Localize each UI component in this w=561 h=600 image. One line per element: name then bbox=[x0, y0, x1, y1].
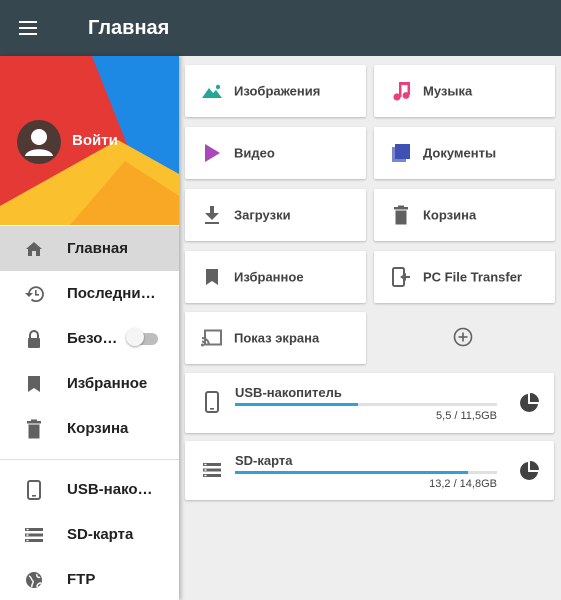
phone-icon bbox=[201, 389, 223, 415]
sidebar-item-label: SD-карта bbox=[67, 526, 134, 543]
storage-icon bbox=[24, 525, 44, 545]
document-icon bbox=[389, 141, 413, 165]
play-icon bbox=[200, 141, 224, 165]
sidebar-item-label: Главная bbox=[67, 240, 129, 257]
category-label: PC File Transfer bbox=[423, 269, 522, 285]
category-images[interactable]: Изображения bbox=[185, 65, 366, 117]
storage-progress-bar bbox=[235, 471, 497, 474]
cast-icon bbox=[200, 326, 224, 350]
sidebar-item-trash[interactable]: Корзина bbox=[0, 406, 179, 451]
storage-name: USB-накопитель bbox=[235, 385, 342, 400]
category-label: Видео bbox=[234, 145, 275, 161]
storage-progress-fill bbox=[235, 471, 469, 474]
page-title: Главная bbox=[88, 16, 170, 39]
storage-card-usb[interactable]: USB-накопитель 5,5 / 11,5GB bbox=[185, 373, 554, 433]
category-trash[interactable]: Корзина bbox=[374, 189, 555, 241]
navigation-drawer: Войти Главная Последни… Безо… Избранное … bbox=[0, 56, 179, 600]
bookmark-icon bbox=[24, 374, 44, 394]
hamburger-menu-icon[interactable] bbox=[0, 0, 56, 56]
trash-icon bbox=[24, 419, 44, 439]
category-label: Документы bbox=[423, 145, 497, 161]
drawer-header: Войти bbox=[0, 56, 179, 225]
globe-icon bbox=[24, 570, 44, 590]
history-icon bbox=[24, 284, 44, 304]
sidebar-item-security[interactable]: Безо… bbox=[0, 316, 179, 361]
storage-size: 5,5 / 11,5GB bbox=[436, 410, 497, 422]
drawer-divider bbox=[0, 459, 179, 460]
storage-icon bbox=[201, 457, 223, 483]
sidebar-item-label: USB-нако… bbox=[67, 481, 153, 498]
sidebar-item-label: Последни… bbox=[67, 285, 156, 302]
pc-transfer-icon bbox=[389, 265, 413, 289]
sidebar-item-ftp[interactable]: FTP bbox=[0, 557, 179, 600]
avatar[interactable] bbox=[17, 120, 61, 164]
lock-icon bbox=[24, 329, 44, 349]
pie-chart-icon[interactable] bbox=[518, 460, 540, 482]
category-documents[interactable]: Документы bbox=[374, 127, 555, 179]
image-icon bbox=[200, 79, 224, 103]
storage-progress-fill bbox=[235, 403, 359, 406]
category-favorites[interactable]: Избранное bbox=[185, 251, 366, 303]
sidebar-item-home[interactable]: Главная bbox=[0, 226, 179, 271]
category-label: Загрузки bbox=[234, 207, 291, 223]
category-label: Корзина bbox=[423, 207, 477, 223]
category-label: Показ экрана bbox=[234, 330, 320, 346]
category-label: Изображения bbox=[234, 83, 321, 99]
app-bar: Главная bbox=[0, 0, 561, 56]
storage-name: SD-карта bbox=[235, 453, 293, 468]
phone-icon bbox=[24, 479, 44, 500]
category-screen-cast[interactable]: Показ экрана bbox=[185, 312, 366, 364]
storage-progress-bar bbox=[235, 403, 497, 406]
sidebar-item-favorites[interactable]: Избранное bbox=[0, 361, 179, 406]
category-music[interactable]: Музыка bbox=[374, 65, 555, 117]
sidebar-item-label: Избранное bbox=[67, 375, 148, 392]
login-button[interactable]: Войти bbox=[72, 132, 118, 149]
category-downloads[interactable]: Загрузки bbox=[185, 189, 366, 241]
sidebar-item-label: Корзина bbox=[67, 420, 129, 437]
home-icon bbox=[24, 239, 44, 259]
sidebar-item-sd-card[interactable]: SD-карта bbox=[0, 512, 179, 557]
sidebar-item-recent[interactable]: Последни… bbox=[0, 271, 179, 316]
category-pc-file-transfer[interactable]: PC File Transfer bbox=[374, 251, 555, 303]
category-label: Музыка bbox=[423, 83, 473, 99]
pie-chart-icon[interactable] bbox=[518, 392, 540, 414]
download-icon bbox=[200, 203, 224, 227]
music-note-icon bbox=[389, 79, 413, 103]
security-toggle[interactable] bbox=[126, 328, 158, 346]
category-video[interactable]: Видео bbox=[185, 127, 366, 179]
sidebar-item-usb[interactable]: USB-нако… bbox=[0, 467, 179, 512]
trash-icon bbox=[389, 203, 413, 227]
sidebar-item-label: FTP bbox=[67, 571, 96, 588]
bookmark-icon bbox=[200, 265, 224, 289]
add-circle-icon[interactable] bbox=[450, 324, 476, 350]
category-label: Избранное bbox=[234, 269, 304, 285]
storage-card-sd[interactable]: SD-карта 13,2 / 14,8GB bbox=[185, 441, 554, 500]
sidebar-item-label: Безо… bbox=[67, 330, 118, 347]
storage-size: 13,2 / 14,8GB bbox=[429, 478, 497, 490]
